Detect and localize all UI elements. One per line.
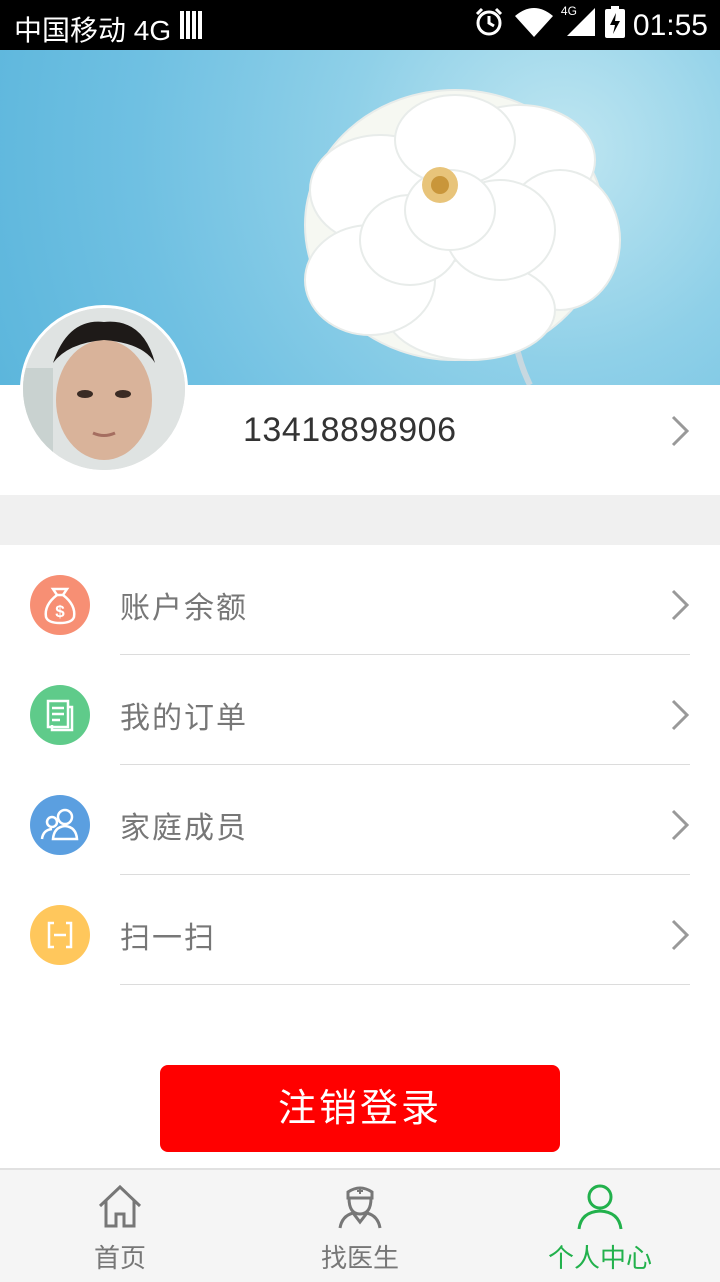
- tab-label: 个人中心: [547, 1244, 652, 1274]
- menu-item-label: 扫一扫: [120, 921, 216, 956]
- scan-icon: [30, 905, 90, 965]
- carrier-signal-icon: [180, 11, 204, 46]
- menu-item-label: 账户余额: [120, 591, 248, 626]
- alarm-icon: [473, 6, 505, 45]
- money-bag-icon: $: [30, 575, 90, 635]
- network-type-label: 4G: [560, 4, 577, 18]
- menu-item-family-members[interactable]: 家庭成员: [0, 765, 720, 875]
- bottom-tab-bar: 首页 找医生 个人中心: [0, 1168, 720, 1282]
- menu-item-label: 家庭成员: [120, 811, 248, 846]
- divider: [120, 984, 690, 985]
- menu-item-my-orders[interactable]: 我的订单: [0, 655, 720, 765]
- section-divider: [0, 495, 720, 545]
- menu-item-label: 我的订单: [120, 701, 248, 736]
- tab-personal-center[interactable]: 个人中心: [480, 1170, 720, 1282]
- chevron-right-icon: [671, 589, 690, 621]
- chevron-right-icon: [671, 919, 690, 951]
- order-list-icon: [30, 685, 90, 745]
- menu-item-scan[interactable]: 扫一扫: [0, 875, 720, 985]
- tab-home[interactable]: 首页: [0, 1170, 240, 1282]
- avatar[interactable]: [20, 305, 188, 473]
- tab-find-doctor[interactable]: 找医生: [240, 1170, 480, 1282]
- doctor-icon: [338, 1186, 382, 1229]
- menu-list: $ 账户余额 我的订单 家庭成员 扫一扫: [0, 545, 720, 985]
- menu-item-account-balance[interactable]: $ 账户余额: [0, 545, 720, 655]
- carrier-label: 中国移动 4G: [14, 15, 172, 46]
- chevron-right-icon[interactable]: [670, 414, 690, 448]
- svg-text:$: $: [55, 602, 65, 621]
- clock: 01:55: [632, 8, 708, 42]
- logout-button[interactable]: 注销登录: [160, 1065, 560, 1152]
- cell-signal-icon: 4G: [560, 4, 597, 45]
- tab-label: 首页: [93, 1244, 146, 1274]
- chevron-right-icon: [671, 699, 690, 731]
- status-bar: 中国移动 4G 4G 01:55: [0, 0, 720, 50]
- wifi-icon: [513, 6, 555, 45]
- home-icon: [98, 1184, 142, 1228]
- chevron-right-icon: [671, 809, 690, 841]
- phone-number: 13418898906: [243, 411, 457, 449]
- user-icon: [577, 1184, 623, 1230]
- battery-charging-icon: [604, 6, 625, 45]
- tab-label: 找医生: [320, 1244, 399, 1274]
- family-members-icon: [30, 795, 90, 855]
